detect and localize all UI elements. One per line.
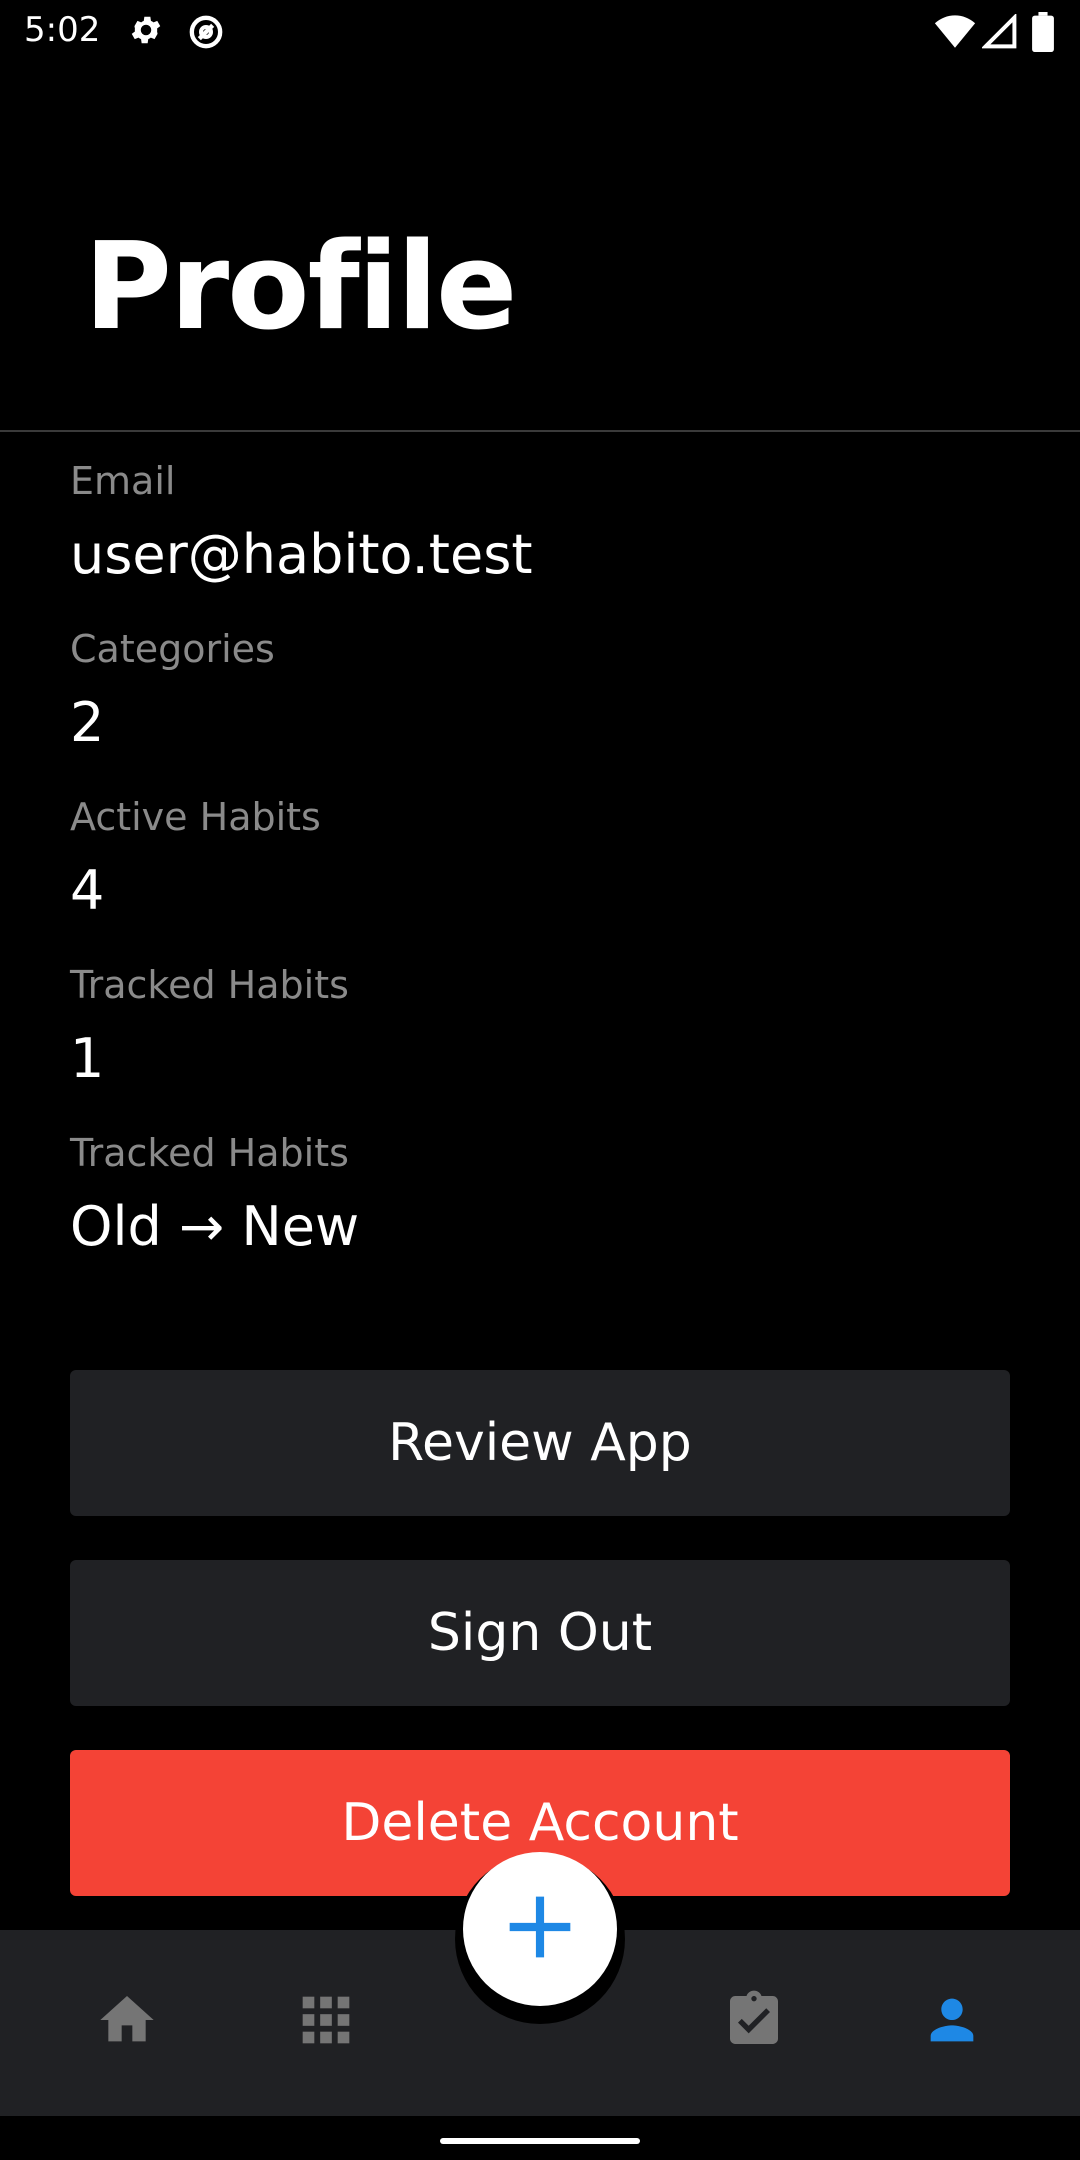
active-habits-value: 4 [70,859,105,922]
email-value: user@habito.test [70,523,533,586]
tracked-habits-info: Tracked Habits 1 [70,966,349,1086]
header-divider [0,430,1080,432]
tracked-habits-range-label: Tracked Habits [70,1131,349,1175]
status-time: 5:02 [24,10,101,50]
nav-profile[interactable] [920,1990,984,2054]
wifi-icon [934,14,976,54]
categories-label: Categories [70,627,275,671]
email-info: Email user@habito.test [70,462,533,582]
email-label: Email [70,459,176,503]
home-icon [95,1988,159,2056]
tracked-habits-value: 1 [70,1027,105,1090]
sync-circle-icon [186,12,226,56]
clipboard-check-icon [722,1988,786,2056]
add-icon [505,1892,575,1966]
person-icon [920,1988,984,2056]
nav-tracking[interactable] [722,1990,786,2054]
tracked-habits-range-info: Tracked Habits Old → New [70,1134,359,1254]
categories-value: 2 [70,691,105,754]
active-habits-info: Active Habits 4 [70,798,321,918]
add-habit-button[interactable] [463,1852,617,2006]
cellular-signal-icon [980,12,1018,54]
sign-out-button[interactable]: Sign Out [70,1560,1010,1706]
active-habits-label: Active Habits [70,795,321,839]
tracked-habits-label: Tracked Habits [70,963,349,1007]
settings-gear-icon [128,12,164,52]
nav-home[interactable] [95,1990,159,2054]
gesture-home-bar[interactable] [440,2138,640,2144]
apps-grid-icon [298,1992,354,2052]
status-bar: 5:02 [0,0,1080,66]
page-title: Profile [84,218,517,357]
nav-categories[interactable] [294,1990,358,2054]
categories-info: Categories 2 [70,630,275,750]
review-app-button[interactable]: Review App [70,1370,1010,1516]
battery-icon [1032,12,1054,56]
tracked-habits-range-value: Old → New [70,1195,360,1258]
